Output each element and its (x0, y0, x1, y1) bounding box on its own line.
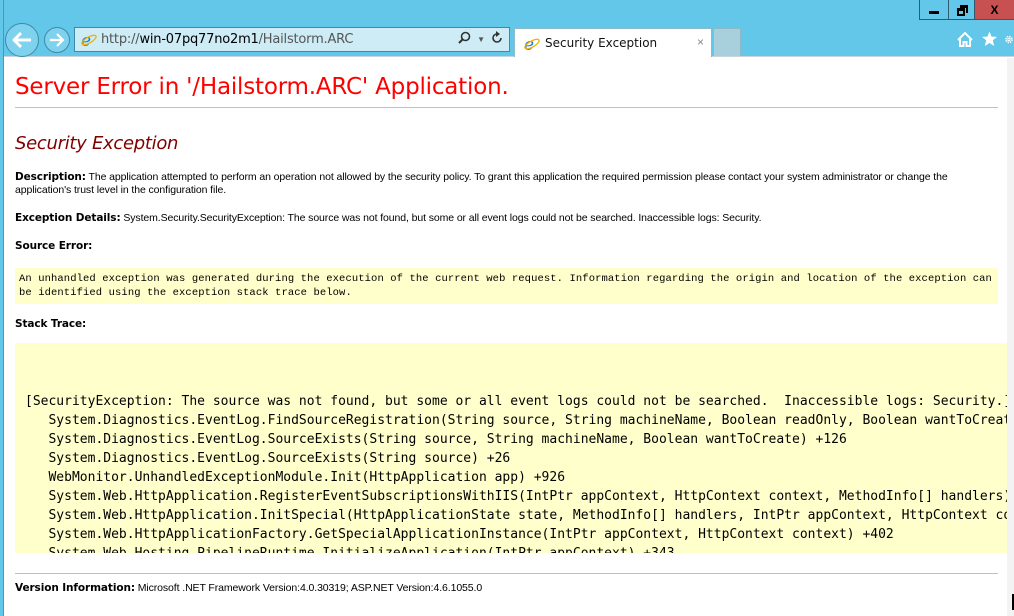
stack-trace-line: System.Diagnostics.EventLog.SourceExists… (25, 451, 511, 466)
source-error-section: Source Error: (15, 240, 999, 253)
restore-icon (956, 4, 968, 16)
description-label: Description: (15, 171, 86, 183)
stack-trace-line: System.Web.HttpApplication.RegisterEvent… (25, 489, 1008, 504)
url-scheme: http:// (101, 32, 140, 47)
description: Description: The application attempted t… (15, 171, 1000, 197)
arrow-right-icon (50, 33, 65, 47)
url-host: win-07pq77no2m1 (139, 32, 259, 47)
toolbar-icons (956, 30, 1014, 48)
stack-trace-line: [SecurityException: The source was not f… (25, 394, 1008, 409)
address-bar[interactable]: e http://win-07pq77no2m1/Hailstorm.ARC ▼ (74, 27, 510, 52)
svg-text:e: e (81, 31, 91, 48)
stack-trace-box: [SecurityException: The source was not f… (15, 343, 1008, 553)
version-label: Version Information: (15, 582, 135, 594)
minimize-button[interactable] (919, 0, 948, 20)
refresh-icon[interactable] (491, 31, 503, 47)
vertical-scrollbar[interactable] (1007, 58, 1014, 616)
version-text: Microsoft .NET Framework Version:4.0.303… (134, 582, 483, 594)
tab-security-exception[interactable]: e Security Exception × (514, 28, 712, 57)
svg-text:e: e (524, 35, 534, 52)
ie-logo-icon: e (79, 31, 97, 49)
tab-title: Security Exception (545, 36, 658, 50)
source-error-box: An unhandled exception was generated dur… (15, 268, 998, 304)
arrow-left-icon (12, 31, 31, 49)
home-icon[interactable] (956, 30, 974, 48)
favorites-star-icon[interactable] (980, 30, 998, 48)
address-tools: ▼ (458, 31, 503, 47)
divider (15, 107, 998, 108)
stack-trace-line: System.Web.Hosting.PipelineRuntime.Initi… (25, 544, 1008, 553)
tab-ie-icon: e (522, 34, 540, 52)
restore-button[interactable] (948, 0, 974, 20)
window-border-left (0, 0, 4, 616)
stack-trace-line: System.Web.HttpApplicationFactory.GetSpe… (25, 527, 894, 542)
exception-details-label: Exception Details: (15, 212, 121, 224)
new-tab-button[interactable] (713, 28, 741, 56)
error-page: Server Error in '/Hailstorm.ARC' Applica… (15, 58, 1008, 595)
version-information: Version Information: Microsoft .NET Fram… (15, 582, 999, 595)
stack-trace-line: System.Diagnostics.EventLog.SourceExists… (25, 432, 847, 447)
url-text[interactable]: http://win-07pq77no2m1/Hailstorm.ARC (101, 32, 353, 47)
exception-details: Exception Details: System.Security.Secur… (15, 212, 999, 225)
exception-heading: Security Exception (15, 133, 179, 154)
page-title: Server Error in '/Hailstorm.ARC' Applica… (15, 74, 509, 100)
stack-trace-line: System.Diagnostics.EventLog.FindSourceRe… (25, 413, 1008, 428)
search-icon[interactable] (458, 31, 471, 47)
close-window-button[interactable]: X (974, 0, 1014, 20)
stack-trace-label: Stack Trace: (15, 318, 87, 330)
url-path: /Hailstorm.ARC (258, 32, 354, 47)
window-controls: X (919, 0, 1014, 20)
divider (15, 573, 998, 574)
dropdown-arrow-icon[interactable]: ▼ (477, 35, 485, 44)
exception-details-text: System.Security.SecurityException: The s… (120, 212, 762, 224)
minimize-icon (929, 11, 939, 14)
settings-gear-icon[interactable] (1004, 30, 1014, 48)
stack-trace-line: System.Web.HttpApplication.InitSpecial(H… (25, 508, 1008, 523)
stack-trace-section: Stack Trace: (15, 318, 999, 331)
description-text: The application attempted to perform an … (15, 171, 948, 196)
source-error-label: Source Error: (15, 240, 93, 252)
stack-trace-line: WebMonitor.UnhandledExceptionModule.Init… (25, 470, 566, 485)
back-button[interactable] (5, 23, 39, 57)
browser-chrome: X e http://win-07pq77no2m1/Hailstorm.ARC… (0, 0, 1014, 57)
tab-close-icon[interactable]: × (697, 35, 704, 49)
forward-button[interactable] (44, 27, 70, 53)
